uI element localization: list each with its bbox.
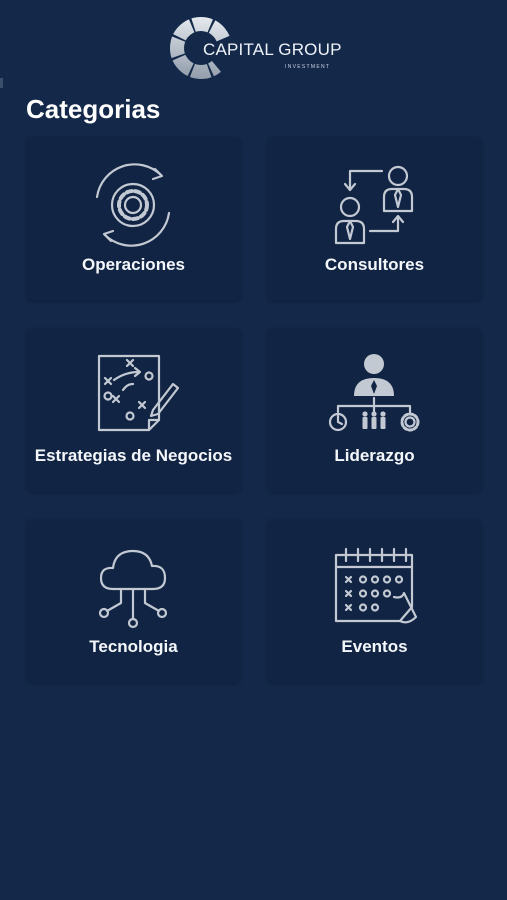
left-edge-marker <box>0 78 3 88</box>
leadership-org-icon <box>328 354 420 432</box>
consultants-exchange-icon <box>334 165 414 245</box>
category-card-consultores[interactable]: Consultores <box>267 137 482 301</box>
category-card-tecnologia[interactable]: Tecnologia <box>26 519 241 683</box>
page-title: Categorias <box>26 94 161 124</box>
strategy-board-icon <box>97 354 180 432</box>
category-label: Consultores <box>324 255 425 274</box>
category-grid: Operaciones Consultores Estrategias de N… <box>26 137 482 685</box>
gear-cycle-icon <box>95 163 171 247</box>
brand-logo: CAPITAL GROUP INVESTMENT <box>167 14 341 84</box>
category-label: Estrategias de Negocios <box>34 446 233 465</box>
category-card-operaciones[interactable]: Operaciones <box>26 137 241 301</box>
category-card-eventos[interactable]: Eventos <box>267 519 482 683</box>
brand-tagline: INVESTMENT <box>285 64 331 70</box>
calendar-icon <box>334 547 418 624</box>
category-label: Operaciones <box>82 255 185 274</box>
category-label: Tecnologia <box>89 637 178 656</box>
category-label: Liderazgo <box>334 446 415 465</box>
brand-name: CAPITAL GROUP <box>203 40 342 59</box>
cloud-network-icon <box>98 549 168 629</box>
category-card-liderazgo[interactable]: Liderazgo <box>267 328 482 492</box>
category-label: Eventos <box>341 637 408 656</box>
category-card-estrategias-de-negocios[interactable]: Estrategias de Negocios <box>26 328 241 492</box>
